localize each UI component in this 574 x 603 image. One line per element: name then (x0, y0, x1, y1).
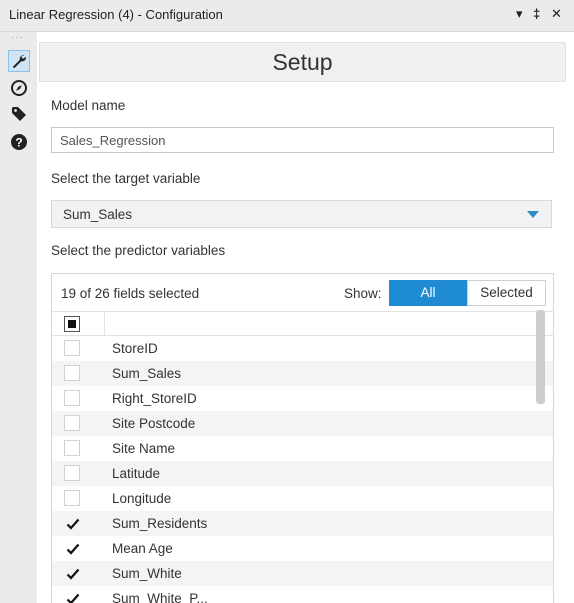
field-name: Sum_Sales (112, 366, 182, 381)
setup-header: Setup (39, 42, 566, 82)
show-all-button[interactable]: All (389, 280, 467, 306)
checkmark-icon (66, 568, 80, 580)
window-title: Linear Regression (4) - Configuration (9, 7, 223, 22)
checkbox[interactable] (64, 490, 80, 506)
table-row[interactable]: StoreID (52, 336, 553, 361)
field-name: Longitude (112, 491, 172, 506)
help-icon[interactable]: ? (8, 131, 30, 153)
field-name: Sum_White (112, 566, 182, 581)
compass-icon[interactable] (8, 77, 30, 99)
checkmark-icon (66, 543, 80, 555)
target-variable-value: Sum_Sales (63, 207, 133, 222)
column-divider (104, 312, 105, 336)
table-row[interactable]: Sum_Residents (52, 511, 553, 536)
dropdown-menu-icon[interactable]: ▾ (516, 6, 523, 22)
field-name: Sum_White_P... (112, 591, 208, 603)
checkbox[interactable] (64, 340, 80, 356)
checkbox[interactable] (64, 415, 80, 431)
table-row[interactable]: Right_StoreID (52, 386, 553, 411)
close-icon[interactable]: ✕ (551, 6, 562, 22)
field-name: StoreID (112, 341, 158, 356)
checkbox-checked[interactable] (64, 590, 80, 603)
checkbox[interactable] (64, 365, 80, 381)
sidebar: ··· ? (0, 32, 37, 603)
field-list-header (52, 311, 553, 336)
table-row[interactable]: Mean Age (52, 536, 553, 561)
chevron-down-icon (527, 211, 539, 218)
checkmark-icon (66, 593, 80, 603)
table-row[interactable]: Sum_White (52, 561, 553, 586)
table-row[interactable]: Site Postcode (52, 411, 553, 436)
field-name: Mean Age (112, 541, 173, 556)
table-row[interactable]: Sum_Sales (52, 361, 553, 386)
checkbox[interactable] (64, 440, 80, 456)
predictor-variables-label: Select the predictor variables (51, 243, 226, 258)
field-name: Right_StoreID (112, 391, 197, 406)
show-selected-button[interactable]: Selected (467, 280, 546, 306)
svg-text:?: ? (15, 136, 22, 150)
target-variable-label: Select the target variable (51, 171, 201, 186)
tag-icon[interactable] (8, 103, 30, 125)
configuration-panel: Setup Model name Sales_Regression Select… (37, 32, 568, 603)
select-all-checkbox[interactable] (64, 316, 80, 332)
window-titlebar: Linear Regression (4) - Configuration ▾ … (0, 0, 574, 32)
wrench-icon[interactable] (8, 50, 30, 72)
checkbox-checked[interactable] (64, 540, 80, 556)
table-row[interactable]: Site Name (52, 436, 553, 461)
grip-icon: ··· (11, 32, 24, 43)
checkbox[interactable] (64, 390, 80, 406)
show-label: Show: (344, 286, 382, 301)
field-name: Site Name (112, 441, 176, 456)
fields-selected-count: 19 of 26 fields selected (61, 286, 200, 301)
field-rows: StoreID Sum_Sales Right_StoreID Site Postco… (52, 336, 553, 603)
field-name: Site Postcode (112, 416, 196, 431)
setup-title: Setup (272, 49, 333, 75)
model-name-input[interactable]: Sales_Regression (51, 127, 554, 153)
checkmark-icon (66, 518, 80, 530)
scrollbar-thumb[interactable] (536, 310, 545, 404)
checkbox-checked[interactable] (64, 515, 80, 531)
pin-icon[interactable]: ‡ (533, 6, 540, 21)
table-row[interactable]: Latitude (52, 461, 553, 486)
field-name: Sum_Residents (112, 516, 208, 531)
field-list-toolbar: 19 of 26 fields selected Show: All Selec… (52, 274, 553, 310)
checkbox-checked[interactable] (64, 565, 80, 581)
table-row[interactable]: Sum_White_P... (52, 586, 553, 603)
checkbox[interactable] (64, 465, 80, 481)
field-name: Latitude (112, 466, 161, 481)
target-variable-dropdown[interactable]: Sum_Sales (51, 200, 552, 228)
table-row[interactable]: Longitude (52, 486, 553, 511)
model-name-label: Model name (51, 98, 126, 113)
predictor-field-list: 19 of 26 fields selected Show: All Selec… (51, 273, 554, 603)
